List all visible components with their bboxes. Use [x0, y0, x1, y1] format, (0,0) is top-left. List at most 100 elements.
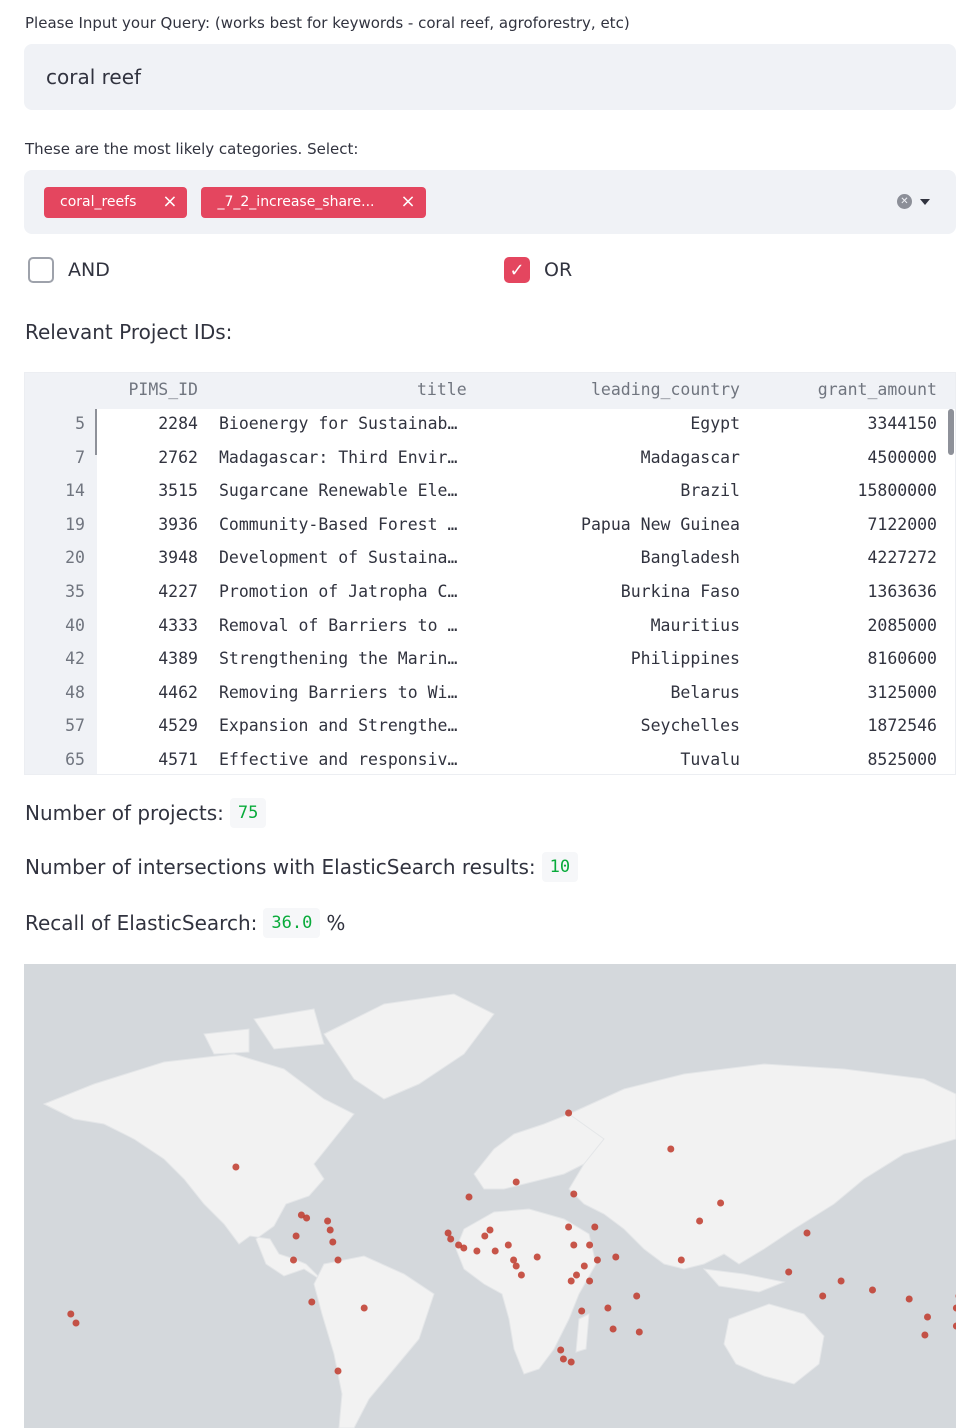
project-location-point[interactable]	[921, 1331, 929, 1339]
project-location-point[interactable]	[604, 1304, 612, 1312]
recall-unit: %	[326, 911, 346, 935]
recall-value: 36.0	[263, 908, 321, 938]
project-location-point[interactable]	[633, 1292, 641, 1300]
column-header-grant-amount[interactable]: grant_amount	[25, 380, 937, 399]
project-location-point[interactable]	[803, 1229, 811, 1237]
cell-grant-amount: 8160600	[867, 649, 937, 669]
project-location-point[interactable]	[952, 1304, 956, 1312]
project-location-point[interactable]	[952, 1322, 956, 1330]
table-row[interactable]: 65 4571 Effective and responsiv… Tuvalu 8525…	[25, 745, 955, 774]
project-location-point[interactable]	[334, 1367, 342, 1375]
close-icon[interactable]: ×	[400, 193, 415, 211]
project-location-point[interactable]	[72, 1319, 80, 1327]
project-location-point[interactable]	[667, 1145, 675, 1153]
table-row[interactable]: 57 4529 Expansion and Strengthe… Seychelles…	[25, 711, 955, 745]
or-checkbox[interactable]: ✓ OR	[504, 257, 572, 283]
project-location-point[interactable]	[567, 1277, 575, 1285]
project-location-point[interactable]	[447, 1235, 455, 1243]
project-location-point[interactable]	[785, 1268, 793, 1276]
project-location-point[interactable]	[586, 1277, 594, 1285]
project-location-point[interactable]	[512, 1178, 520, 1186]
project-location-point[interactable]	[491, 1247, 499, 1255]
world-map[interactable]	[24, 964, 956, 1428]
categories-label: These are the most likely categories. Se…	[25, 140, 359, 158]
project-location-point[interactable]	[308, 1298, 316, 1306]
project-location-point[interactable]	[565, 1223, 573, 1231]
project-location-point[interactable]	[473, 1247, 481, 1255]
table-row[interactable]: 14 3515 Sugarcane Renewable Ele… Brazil 1580…	[25, 476, 955, 510]
project-location-point[interactable]	[573, 1271, 580, 1279]
project-location-point[interactable]	[510, 1256, 518, 1264]
project-location-point[interactable]	[326, 1226, 334, 1234]
project-location-point[interactable]	[329, 1238, 337, 1246]
project-location-point[interactable]	[578, 1307, 586, 1315]
query-input[interactable]: coral reef	[24, 44, 956, 110]
projects-table[interactable]: PIMS_ID title leading_country grant_amou…	[24, 372, 956, 775]
project-location-point[interactable]	[504, 1241, 512, 1249]
project-location-point[interactable]	[565, 1109, 573, 1117]
table-row[interactable]: 7 2762 Madagascar: Third Envir… Madagascar 4…	[25, 443, 955, 477]
project-location-point[interactable]	[290, 1256, 297, 1264]
project-location-point[interactable]	[635, 1328, 643, 1336]
project-location-point[interactable]	[593, 1256, 601, 1264]
and-checkbox[interactable]: AND	[28, 257, 110, 283]
project-location-point[interactable]	[512, 1262, 520, 1270]
project-location-point[interactable]	[517, 1271, 525, 1279]
project-location-point[interactable]	[232, 1163, 240, 1171]
project-location-point[interactable]	[567, 1358, 575, 1366]
table-row[interactable]: 48 4462 Removing Barriers to Wi… Belarus 312…	[25, 678, 955, 712]
query-label: Please Input your Query: (works best for…	[25, 14, 630, 32]
project-location-point[interactable]	[444, 1229, 452, 1237]
land-greenland	[323, 993, 495, 1100]
categories-multiselect[interactable]: coral_reefs × _7_2_increase_share... × ✕	[24, 170, 956, 234]
project-location-point[interactable]	[533, 1253, 541, 1261]
table-row[interactable]: 19 3936 Community-Based Forest … Papua New …	[25, 510, 955, 544]
project-location-point[interactable]	[360, 1304, 368, 1312]
project-location-point[interactable]	[557, 1346, 565, 1354]
project-location-point[interactable]	[696, 1217, 704, 1225]
project-location-point[interactable]	[677, 1256, 685, 1264]
project-location-point[interactable]	[334, 1256, 342, 1264]
table-row[interactable]: 5 2284 Bioenergy for Sustainab… Egypt 334415…	[25, 409, 955, 443]
projects-count: Number of projects: 75	[25, 798, 267, 828]
land-indonesia	[702, 1268, 786, 1293]
project-location-point[interactable]	[612, 1253, 620, 1261]
intersections-count: Number of intersections with ElasticSear…	[25, 852, 579, 882]
project-location-point[interactable]	[905, 1295, 913, 1303]
project-location-point[interactable]	[481, 1232, 489, 1240]
project-location-point[interactable]	[837, 1277, 845, 1285]
and-checkbox-box[interactable]	[28, 257, 54, 283]
project-location-point[interactable]	[819, 1292, 827, 1300]
project-location-point[interactable]	[486, 1226, 494, 1234]
table-scrollbar[interactable]	[948, 409, 954, 455]
or-checkbox-box[interactable]: ✓	[504, 257, 530, 283]
table-row[interactable]: 35 4227 Promotion of Jatropha C… Burkina Fa…	[25, 577, 955, 611]
project-location-point[interactable]	[924, 1313, 931, 1321]
project-location-point[interactable]	[869, 1286, 876, 1294]
table-row[interactable]: 20 3948 Development of Sustaina… Bangladesh…	[25, 543, 955, 577]
project-location-point[interactable]	[717, 1199, 725, 1207]
land-africa	[455, 1208, 597, 1375]
project-location-point[interactable]	[609, 1325, 617, 1333]
project-location-point[interactable]	[465, 1193, 473, 1201]
project-location-point[interactable]	[67, 1310, 75, 1318]
project-location-point[interactable]	[955, 1293, 957, 1300]
project-location-point[interactable]	[591, 1223, 599, 1231]
project-map[interactable]	[24, 964, 956, 1428]
and-checkbox-label: AND	[68, 259, 110, 281]
project-location-point[interactable]	[292, 1232, 300, 1240]
project-location-point[interactable]	[570, 1190, 578, 1198]
clear-all-icon[interactable]: ✕	[897, 194, 912, 209]
project-location-point[interactable]	[559, 1355, 567, 1363]
project-location-point[interactable]	[586, 1241, 594, 1249]
chevron-down-icon[interactable]	[920, 199, 930, 205]
project-location-point[interactable]	[303, 1214, 311, 1222]
project-location-point[interactable]	[570, 1241, 578, 1249]
table-row[interactable]: 40 4333 Removal of Barriers to … Mauritius 2…	[25, 611, 955, 645]
close-icon[interactable]: ×	[162, 193, 177, 211]
project-location-point[interactable]	[455, 1241, 463, 1249]
table-row[interactable]: 42 4389 Strengthening the Marin… Philippine…	[25, 644, 955, 678]
project-location-point[interactable]	[324, 1217, 332, 1225]
row-selection-bar	[95, 409, 97, 455]
project-location-point[interactable]	[580, 1262, 588, 1270]
